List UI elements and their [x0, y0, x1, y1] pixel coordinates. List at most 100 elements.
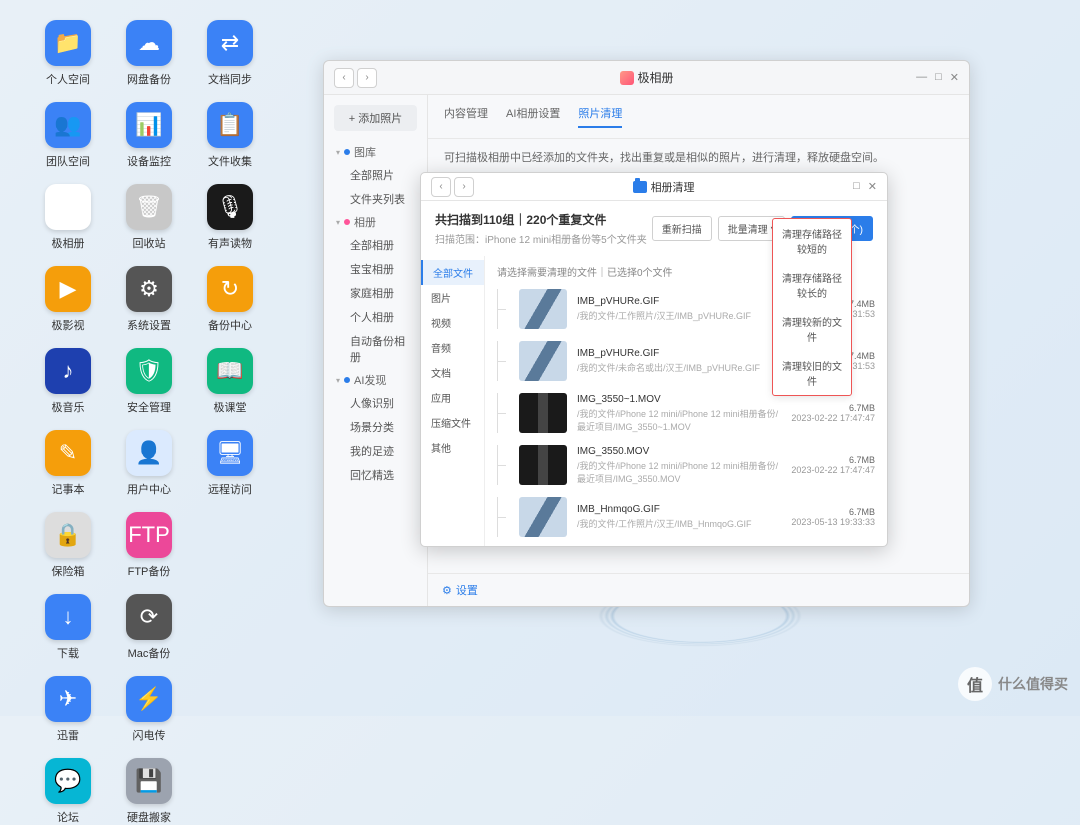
- desktop-icon[interactable]: 🖥远程访问: [192, 430, 268, 497]
- app-label: 个人空间: [46, 71, 90, 87]
- app-label: 极影视: [52, 317, 85, 333]
- desktop-icon[interactable]: ⟳Mac备份: [111, 594, 187, 661]
- file-name: IMB_HnmqoG.GIF: [577, 504, 781, 515]
- sidebar-item[interactable]: 全部相册: [324, 233, 427, 257]
- minimize-button[interactable]: —: [916, 71, 927, 84]
- file-path: /我的文件/未命名或出/汉王/IMB_pVHURe.GIF: [577, 361, 781, 374]
- desktop-icon[interactable]: 🎙有声读物: [192, 184, 268, 251]
- tab[interactable]: AI相册设置: [506, 105, 560, 128]
- sidebar: + 添加照片 ▾图库全部照片文件夹列表▾相册全部相册宝宝相册家庭相册个人相册自动…: [324, 95, 428, 606]
- file-thumbnail: [519, 393, 567, 433]
- app-icon: 💬: [45, 758, 91, 804]
- sidebar-section-header[interactable]: ▾图库: [324, 141, 427, 163]
- sidebar-item[interactable]: 场景分类: [324, 415, 427, 439]
- modal-back-button[interactable]: ‹: [431, 177, 451, 197]
- nav-forward-button[interactable]: ›: [357, 68, 377, 88]
- app-label: 用户中心: [127, 481, 171, 497]
- filter-item[interactable]: 视频: [421, 310, 484, 335]
- desktop-icon[interactable]: ⇄文档同步: [192, 20, 268, 87]
- desktop-icon[interactable]: ✎记事本: [30, 430, 106, 497]
- desktop-icon[interactable]: ✿极相册: [30, 184, 106, 251]
- sidebar-section-header[interactable]: ▾相册: [324, 211, 427, 233]
- modal-close-button[interactable]: ✕: [868, 180, 877, 193]
- modal-forward-button[interactable]: ›: [454, 177, 474, 197]
- tab[interactable]: 照片清理: [578, 105, 622, 128]
- dropdown-item[interactable]: 清理较新的文件: [773, 307, 851, 351]
- dropdown-item[interactable]: 清理存储路径较短的: [773, 219, 851, 263]
- sidebar-item[interactable]: 回忆精选: [324, 463, 427, 487]
- nav-back-button[interactable]: ‹: [334, 68, 354, 88]
- filter-item[interactable]: 文档: [421, 360, 484, 385]
- dropdown-item[interactable]: 清理存储路径较长的: [773, 263, 851, 307]
- desktop-icon[interactable]: 💾硬盘搬家: [111, 758, 187, 825]
- sidebar-item[interactable]: 家庭相册: [324, 281, 427, 305]
- app-icon: ✎: [45, 430, 91, 476]
- filter-item[interactable]: 图片: [421, 285, 484, 310]
- sidebar-item[interactable]: 自动备份相册: [324, 329, 427, 369]
- sidebar-section-header[interactable]: ▾AI发现: [324, 369, 427, 391]
- desktop-icon[interactable]: ⚙系统设置: [111, 266, 187, 333]
- close-button[interactable]: ✕: [950, 71, 959, 84]
- app-label: 网盘备份: [127, 71, 171, 87]
- file-row[interactable]: IMB_HnmqoG.GIF/我的文件/工作照片/汉王/IMB_HnmqoG.G…: [485, 491, 887, 543]
- sidebar-item[interactable]: 全部照片: [324, 163, 427, 187]
- app-icon: 👤: [126, 430, 172, 476]
- sidebar-item[interactable]: 我的足迹: [324, 439, 427, 463]
- sidebar-item[interactable]: 宝宝相册: [324, 257, 427, 281]
- desktop-icon[interactable]: ♪ 极音乐: [30, 348, 106, 415]
- desktop-icon[interactable]: 💬论坛: [30, 758, 106, 825]
- app-label: 安全管理: [127, 399, 171, 415]
- file-meta: 6.7MB2023-02-22 17:47:47: [791, 403, 875, 423]
- desktop-icon[interactable]: 📊设备监控: [111, 102, 187, 169]
- filter-item[interactable]: 其他: [421, 435, 484, 460]
- sidebar-item[interactable]: 文件夹列表: [324, 187, 427, 211]
- modal-maximize-button[interactable]: □: [853, 180, 860, 193]
- desktop-icon[interactable]: FTPFTP备份: [111, 512, 187, 579]
- desktop-icon[interactable]: 👥团队空间: [30, 102, 106, 169]
- sidebar-item[interactable]: 个人相册: [324, 305, 427, 329]
- desktop-icon[interactable]: ✈迅雷: [30, 676, 106, 743]
- tab[interactable]: 内容管理: [444, 105, 488, 128]
- chevron-down-icon: ▾: [336, 376, 340, 385]
- filter-item[interactable]: 应用: [421, 385, 484, 410]
- app-icon: [620, 71, 634, 85]
- filter-item[interactable]: 全部文件: [421, 260, 484, 285]
- add-photo-button[interactable]: + 添加照片: [334, 105, 417, 131]
- app-label: 系统设置: [127, 317, 171, 333]
- desktop-icon[interactable]: 🔒保险箱: [30, 512, 106, 579]
- desktop-icon[interactable]: 🛡安全管理: [111, 348, 187, 415]
- scan-scope: 扫描范围：iPhone 12 mini相册备份等5个文件夹: [435, 231, 647, 246]
- desktop-icon[interactable]: ☁网盘备份: [111, 20, 187, 87]
- file-path: /我的文件/iPhone 12 mini/iPhone 12 mini相册备份/…: [577, 459, 781, 485]
- desktop-icon[interactable]: 📁个人空间: [30, 20, 106, 87]
- file-meta: 6.7MB2023-05-13 19:33:33: [791, 507, 875, 527]
- file-name: IMG_3550.MOV: [577, 446, 781, 457]
- app-label: 团队空间: [46, 153, 90, 169]
- desktop-icon[interactable]: 🗑回收站: [111, 184, 187, 251]
- app-label: 极音乐: [52, 399, 85, 415]
- file-thumbnail: [519, 445, 567, 485]
- app-label: 硬盘搬家: [127, 809, 171, 825]
- desktop-icon[interactable]: ▶极影视: [30, 266, 106, 333]
- desktop-icon[interactable]: 👤 用户中心: [111, 430, 187, 497]
- file-path: /我的文件/工作照片/汉王/IMB_pVHURe.GIF: [577, 309, 781, 322]
- dropdown-item[interactable]: 清理较旧的文件: [773, 351, 851, 395]
- app-icon: ♪: [45, 348, 91, 394]
- settings-link[interactable]: ⚙ 设置: [428, 573, 969, 606]
- filter-item[interactable]: 压缩文件: [421, 410, 484, 435]
- desktop-icon[interactable]: 📖极课堂: [192, 348, 268, 415]
- sidebar-item[interactable]: 人像识别: [324, 391, 427, 415]
- filter-item[interactable]: 音频: [421, 335, 484, 360]
- desktop-icon[interactable]: ⚡闪电传: [111, 676, 187, 743]
- desktop-icon[interactable]: 📋文件收集: [192, 102, 268, 169]
- app-label: 设备监控: [127, 153, 171, 169]
- app-icon: ⚡: [126, 676, 172, 722]
- file-row[interactable]: IMG_3550.MOV/我的文件/iPhone 12 mini/iPhone …: [485, 439, 887, 491]
- rescan-button[interactable]: 重新扫描: [652, 216, 712, 241]
- file-thumbnail: [519, 341, 567, 381]
- file-name: IMB_pVHURe.GIF: [577, 296, 781, 307]
- desktop-icon[interactable]: ↻备份中心: [192, 266, 268, 333]
- app-icon: ✈: [45, 676, 91, 722]
- desktop-icon[interactable]: ↓下载: [30, 594, 106, 661]
- maximize-button[interactable]: □: [935, 71, 942, 84]
